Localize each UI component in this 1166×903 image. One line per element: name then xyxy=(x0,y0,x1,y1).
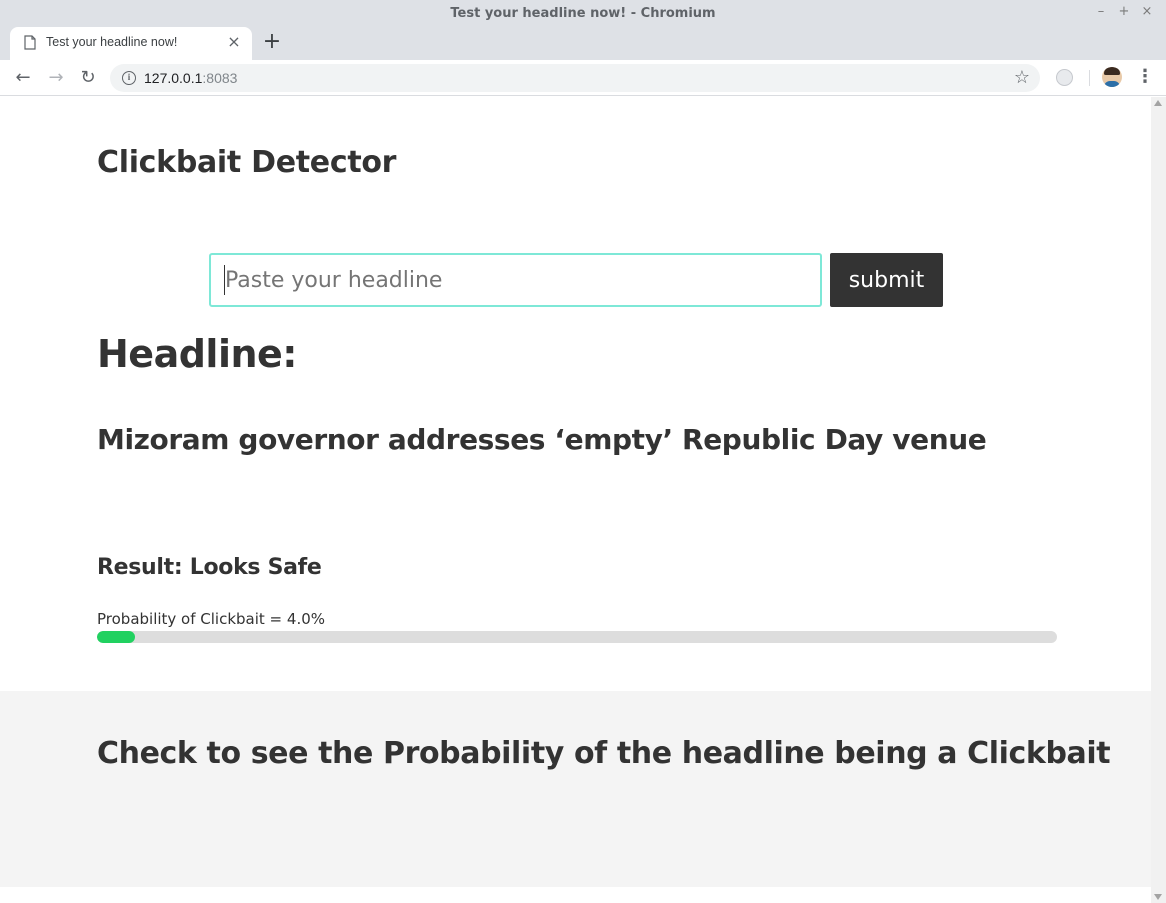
avatar-hair xyxy=(1104,67,1120,75)
bookmark-star-icon[interactable]: ☆ xyxy=(1014,67,1030,88)
page-icon xyxy=(24,35,36,50)
extension-icon[interactable] xyxy=(1056,69,1073,86)
url-port: :8083 xyxy=(202,70,238,86)
submit-button[interactable]: submit xyxy=(830,253,943,307)
page-content: Clickbait Detector submit Headline: Mizo… xyxy=(0,97,1151,903)
site-info-icon[interactable]: i xyxy=(122,71,136,85)
url-host: 127.0.0.1 xyxy=(144,70,203,86)
window-title: Test your headline now! - Chromium xyxy=(450,6,716,21)
scroll-up-arrow-icon[interactable] xyxy=(1154,100,1162,106)
window-titlebar: Test your headline now! - Chromium – + × xyxy=(0,0,1166,27)
text-caret xyxy=(224,265,225,295)
toolbar-divider xyxy=(1089,70,1090,86)
probability-progress-fill xyxy=(97,631,136,643)
tab-title: Test your headline now! xyxy=(46,35,178,49)
page-viewport: Clickbait Detector submit Headline: Mizo… xyxy=(0,97,1166,903)
footer-section: Check to see the Probability of the head… xyxy=(0,691,1151,887)
probability-progress-bar xyxy=(97,631,1057,643)
back-button[interactable]: ← xyxy=(12,67,34,89)
footer-text: Check to see the Probability of the head… xyxy=(97,736,1111,771)
browser-toolbar: ← → ↻ i 127.0.0.1:8083 ☆ ⋮ xyxy=(0,60,1166,96)
address-bar[interactable]: i 127.0.0.1:8083 ☆ xyxy=(110,64,1040,92)
scroll-down-arrow-icon[interactable] xyxy=(1154,894,1162,900)
vertical-scrollbar[interactable] xyxy=(1151,97,1166,903)
headline-input[interactable] xyxy=(209,253,822,307)
close-tab-icon[interactable]: × xyxy=(226,34,242,50)
result-text: Result: Looks Safe xyxy=(97,555,322,580)
new-tab-button[interactable]: + xyxy=(262,31,282,55)
page-title: Clickbait Detector xyxy=(97,145,397,180)
headline-text: Mizoram governor addresses ‘empty’ Repub… xyxy=(97,423,987,456)
forward-button[interactable]: → xyxy=(45,67,67,89)
browser-tab[interactable]: Test your headline now! × xyxy=(10,27,252,60)
headline-heading: Headline: xyxy=(97,332,298,376)
browser-menu-icon[interactable]: ⋮ xyxy=(1136,68,1154,88)
reload-button[interactable]: ↻ xyxy=(77,67,99,89)
avatar-shirt xyxy=(1104,81,1120,87)
profile-avatar[interactable] xyxy=(1102,67,1122,87)
maximize-button[interactable]: + xyxy=(1116,4,1132,19)
minimize-button[interactable]: – xyxy=(1093,4,1109,19)
probability-text: Probability of Clickbait = 4.0% xyxy=(97,610,326,628)
close-window-button[interactable]: × xyxy=(1139,4,1155,19)
url-text[interactable]: 127.0.0.1:8083 xyxy=(144,70,237,86)
tab-strip: Test your headline now! × + xyxy=(0,27,1166,60)
